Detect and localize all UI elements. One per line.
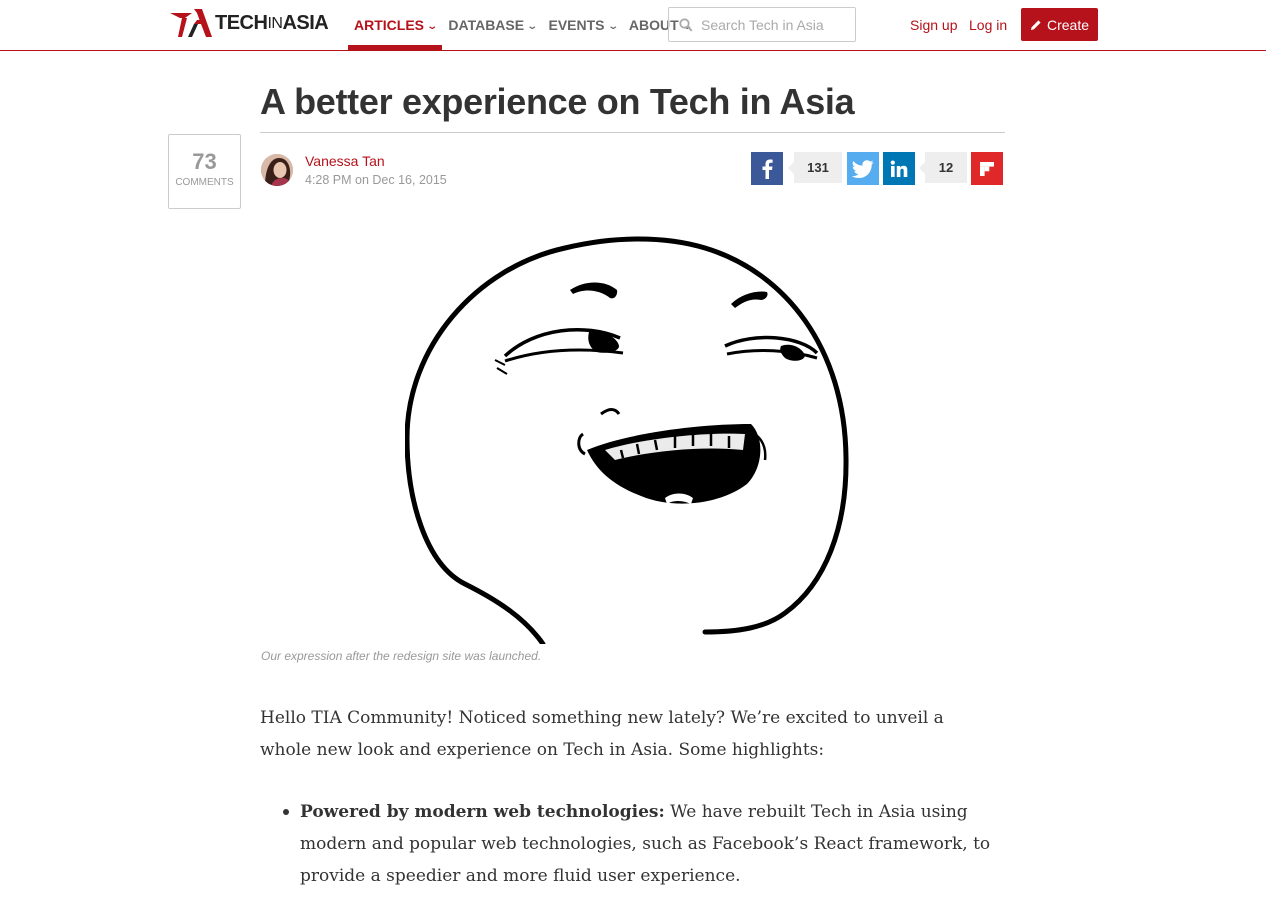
facebook-icon (762, 159, 773, 179)
image-caption: Our expression after the redesign site w… (261, 649, 542, 663)
logo-wordmark: TECHINASIA (215, 12, 329, 34)
comments-label: COMMENTS (175, 177, 234, 188)
search-input[interactable] (701, 16, 851, 33)
nav-events[interactable]: EVENTS ⌄ (542, 0, 622, 50)
avatar-photo (261, 154, 293, 186)
nav-events-label: EVENTS (548, 17, 605, 33)
flipboard-share-button[interactable] (971, 152, 1003, 185)
publish-date: 4:28 PM on Dec 16, 2015 (305, 173, 447, 187)
nav-database[interactable]: DATABASE ⌄ (442, 0, 542, 50)
logo-text-tech: TECH (215, 12, 268, 34)
nav-database-label: DATABASE (448, 17, 525, 33)
tia-logo-icon (170, 9, 212, 37)
title-divider (260, 132, 1005, 133)
main-nav: ARTICLES ⌄ DATABASE ⌄ EVENTS ⌄ ABOUT ⌄ (348, 0, 697, 50)
facebook-share-count: 131 (788, 152, 842, 183)
article-title: A better experience on Tech in Asia (260, 81, 855, 122)
article-intro-paragraph: Hello TIA Community! Noticed something n… (260, 708, 944, 760)
author-avatar[interactable] (261, 154, 293, 186)
create-button[interactable]: Create (1021, 8, 1098, 41)
top-navigation-bar: TECHINASIA ARTICLES ⌄ DATABASE ⌄ EVENTS ⌄ A… (0, 0, 1266, 51)
site-logo[interactable]: TECHINASIA (168, 7, 329, 39)
search-icon (679, 17, 693, 32)
comments-count: 73 (192, 149, 217, 174)
linkedin-share-count: 12 (919, 152, 967, 183)
chevron-down-icon: ⌄ (526, 20, 539, 32)
login-link[interactable]: Log in (969, 0, 1007, 50)
facebook-share-button[interactable] (751, 152, 783, 185)
flipboard-icon (980, 161, 994, 176)
highlights-list: Powered by modern web technologies: We h… (278, 796, 1000, 892)
logo-text-in: IN (267, 15, 283, 32)
comments-count-box[interactable]: 73 COMMENTS (168, 134, 241, 209)
nav-articles-label: ARTICLES (354, 17, 424, 33)
article-hero-image (405, 228, 850, 644)
logo-text-asia: ASIA (282, 12, 329, 34)
linkedin-share-button[interactable] (883, 152, 915, 185)
list-item: Powered by modern web technologies: We h… (278, 796, 1000, 892)
chevron-down-icon: ⌄ (426, 20, 439, 32)
pencil-icon (1030, 19, 1041, 30)
highlight-heading: Powered by modern web technologies: (300, 802, 665, 822)
search-box (668, 7, 856, 42)
twitter-icon (852, 159, 874, 178)
chevron-down-icon: ⌄ (606, 20, 619, 32)
author-name-link[interactable]: Vanessa Tan (305, 153, 385, 169)
create-button-label: Create (1046, 16, 1090, 33)
signup-link[interactable]: Sign up (910, 0, 957, 50)
twitter-share-button[interactable] (847, 152, 879, 185)
linkedin-icon (890, 160, 908, 177)
nav-articles[interactable]: ARTICLES ⌄ (348, 0, 443, 50)
